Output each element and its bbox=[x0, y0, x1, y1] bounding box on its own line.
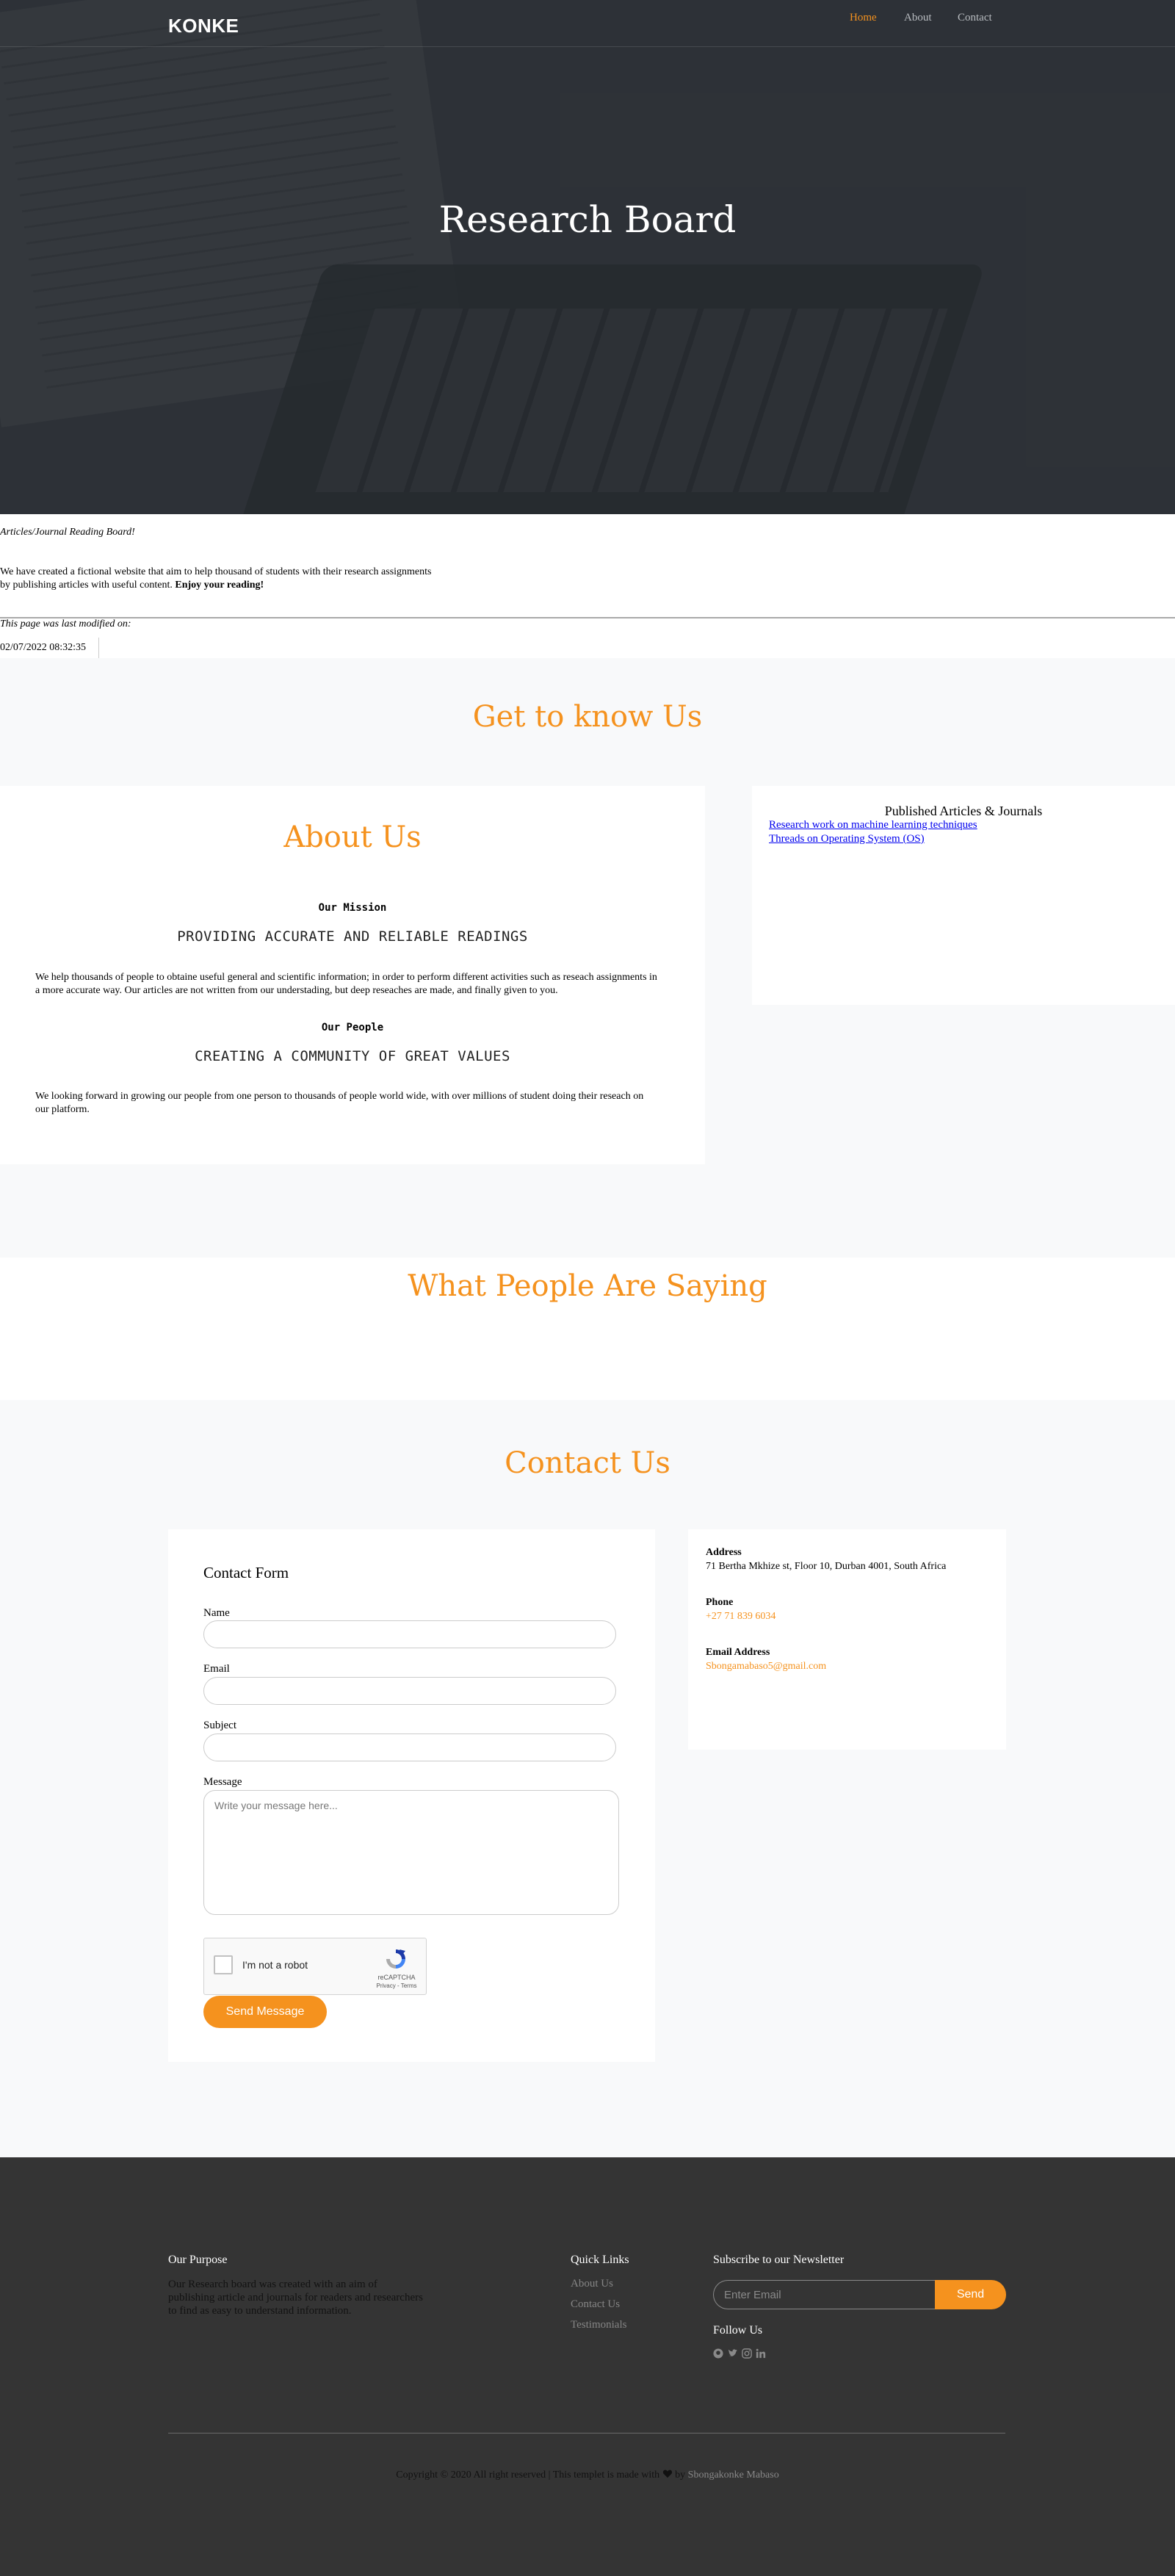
mission-label: Our Mission bbox=[318, 902, 387, 914]
get-to-know-title: Get to know Us bbox=[472, 700, 703, 734]
recaptcha-terms[interactable]: Privacy - Terms bbox=[375, 1982, 419, 1989]
articles-title: Published Articles & Journals bbox=[884, 804, 1043, 818]
footer-quick-links-title: Quick Links bbox=[571, 2254, 629, 2266]
brand-logo[interactable]: KONKE bbox=[168, 15, 239, 37]
nav-home[interactable]: Home bbox=[850, 12, 877, 24]
mission-text: We help thousands of people to obtaine u… bbox=[35, 972, 657, 997]
recaptcha-label: I'm not a robot bbox=[242, 1959, 308, 1971]
modified-divider bbox=[98, 638, 99, 658]
hero-overlay bbox=[0, 0, 1175, 514]
newsletter-email-input[interactable] bbox=[713, 2280, 935, 2309]
article-link-ml[interactable]: Research work on machine learning techni… bbox=[769, 819, 977, 831]
github-icon[interactable] bbox=[713, 2348, 723, 2359]
article-link-os[interactable]: Threads on Operating System (OS) bbox=[769, 833, 925, 845]
copyright-by: by bbox=[675, 2469, 686, 2481]
footer-link-contact[interactable]: Contact Us bbox=[571, 2298, 620, 2311]
name-input[interactable] bbox=[203, 1620, 616, 1648]
hero-section: KONKE Home About Contact Research Board bbox=[0, 0, 1175, 514]
people-heading: CREATING A COMMUNITY OF GREAT VALUES bbox=[195, 1048, 510, 1064]
hero-title: Research Board bbox=[438, 198, 737, 241]
copyright-text: Copyright © 2020 All right reserved | Th… bbox=[396, 2469, 660, 2481]
phone-label: Phone bbox=[706, 1597, 734, 1608]
footer-purpose-text: Our Research board was created with an a… bbox=[168, 2279, 423, 2317]
newsletter-title: Subscribe to our Newsletter bbox=[713, 2254, 845, 2266]
mission-heading: PROVIDING ACCURATE AND RELIABLE READINGS bbox=[177, 928, 528, 945]
email-input[interactable] bbox=[203, 1677, 616, 1705]
footer-purpose-title: Our Purpose bbox=[168, 2254, 228, 2266]
intro-description-bold: Enjoy your reading! bbox=[175, 579, 264, 591]
nav-contact[interactable]: Contact bbox=[958, 12, 992, 24]
email-address-label: Email Address bbox=[706, 1647, 770, 1658]
about-title: About Us bbox=[283, 820, 422, 854]
address-value: 71 Bertha Mkhize st, Floor 10, Durban 40… bbox=[706, 1561, 947, 1572]
message-textarea[interactable] bbox=[203, 1790, 619, 1915]
follow-us-title: Follow Us bbox=[713, 2324, 763, 2337]
footer bbox=[0, 2157, 1175, 2576]
instagram-icon[interactable] bbox=[742, 2348, 752, 2359]
footer-link-testimonials[interactable]: Testimonials bbox=[571, 2319, 626, 2331]
twitter-icon[interactable] bbox=[728, 2348, 738, 2359]
linkedin-icon[interactable] bbox=[756, 2348, 766, 2359]
testimonials-title: What People Are Saying bbox=[408, 1269, 767, 1303]
people-text: We looking forward in growing our people… bbox=[35, 1091, 644, 1116]
modified-label: This page was last modified on: bbox=[0, 618, 131, 629]
email-label: Email bbox=[203, 1663, 230, 1675]
people-label: Our People bbox=[321, 1022, 384, 1033]
intro-tagline: Articles/Journal Reading Board! bbox=[0, 527, 135, 538]
recaptcha-checkbox[interactable] bbox=[214, 1955, 233, 1974]
address-label: Address bbox=[706, 1547, 742, 1558]
intro-description: We have created a fictional website that… bbox=[0, 566, 441, 591]
recaptcha-brand: reCAPTCHA bbox=[377, 1974, 416, 1981]
heart-icon bbox=[662, 2469, 672, 2478]
footer-link-about[interactable]: About Us bbox=[571, 2278, 613, 2290]
recaptcha-icon bbox=[386, 1949, 405, 1969]
newsletter-send-button[interactable]: Send bbox=[935, 2280, 1006, 2309]
intro-divider bbox=[0, 617, 1175, 618]
send-message-button[interactable]: Send Message bbox=[203, 1996, 327, 2028]
copyright: Copyright © 2020 All right reserved | Th… bbox=[0, 2469, 1175, 2481]
subject-input[interactable] bbox=[203, 1733, 616, 1761]
navbar-divider bbox=[0, 46, 1175, 47]
footer-divider bbox=[168, 2433, 1005, 2434]
phone-value[interactable]: +27 71 839 6034 bbox=[706, 1611, 776, 1623]
message-label: Message bbox=[203, 1776, 242, 1788]
name-label: Name bbox=[203, 1607, 230, 1619]
recaptcha-widget: I'm not a robot reCAPTCHA Privacy - Term… bbox=[203, 1938, 427, 1995]
contact-title: Contact Us bbox=[505, 1446, 670, 1480]
contact-form-title: Contact Form bbox=[203, 1564, 289, 1581]
subject-label: Subject bbox=[203, 1720, 236, 1731]
email-address-value[interactable]: Sbongamabaso5@gmail.com bbox=[706, 1661, 826, 1673]
modified-value: 02/07/2022 08:32:35 bbox=[0, 642, 87, 653]
nav-about[interactable]: About bbox=[904, 12, 932, 24]
author-link[interactable]: Sbongakonke Mabaso bbox=[688, 2469, 779, 2481]
